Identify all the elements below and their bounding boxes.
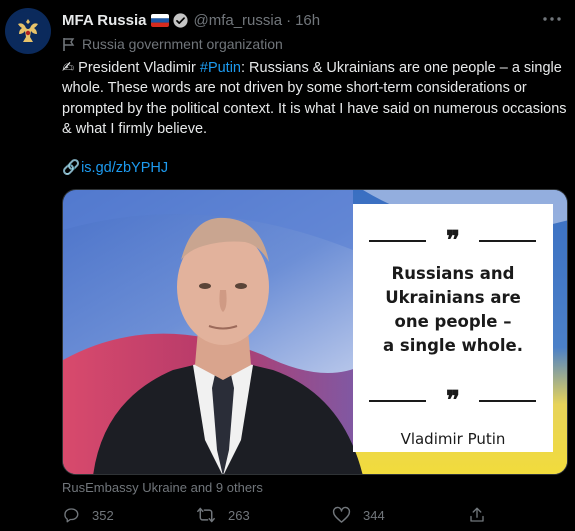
government-label[interactable]: Russia government organization bbox=[62, 35, 283, 53]
quote-divider bbox=[369, 240, 426, 242]
quote-card: ❞ Russians and Ukrainians are one people… bbox=[353, 204, 553, 452]
like-count: 344 bbox=[363, 507, 385, 523]
article-link[interactable]: 🔗 is.gd/zbYPHJ bbox=[62, 158, 168, 178]
quote-divider bbox=[479, 240, 536, 242]
heart-icon bbox=[332, 506, 351, 523]
quote-open-icon: ❞ bbox=[446, 226, 460, 256]
quote-divider bbox=[479, 400, 536, 402]
retweet-button[interactable]: 263 bbox=[196, 506, 250, 524]
quote-line: a single whole. bbox=[383, 336, 523, 355]
article-link-text[interactable]: is.gd/zbYPHJ bbox=[81, 158, 168, 178]
verified-badge-icon bbox=[172, 12, 189, 29]
tweet-header: MFA Russia @mfa_russia · 16h bbox=[62, 10, 320, 30]
hashtag-link[interactable]: #Putin bbox=[200, 60, 241, 76]
retweet-icon bbox=[197, 507, 215, 523]
tweet-action-bar: 352 263 344 bbox=[62, 506, 562, 528]
reply-button[interactable]: 352 bbox=[62, 506, 114, 524]
retweet-count: 263 bbox=[228, 507, 250, 523]
reply-count: 352 bbox=[92, 507, 114, 523]
quote-divider bbox=[369, 400, 426, 402]
author-handle[interactable]: @mfa_russia bbox=[193, 12, 282, 29]
tweet-text: ✍ President Vladimir #Putin: Russians & … bbox=[62, 58, 567, 139]
avatar[interactable] bbox=[5, 8, 51, 54]
link-emoji: 🔗 bbox=[62, 160, 81, 176]
quote-text: Russians and Ukrainians are one people –… bbox=[353, 262, 553, 358]
tweet-timestamp[interactable]: 16h bbox=[295, 12, 320, 29]
separator-dot: · bbox=[286, 11, 292, 29]
more-options-button[interactable] bbox=[541, 9, 563, 29]
double-headed-eagle-icon bbox=[8, 11, 48, 51]
tweet-media-image[interactable]: ❞ Russians and Ukrainians are one people… bbox=[62, 189, 568, 475]
quote-line: Ukrainians are bbox=[385, 288, 521, 307]
government-label-text: Russia government organization bbox=[82, 36, 283, 52]
quote-line: one people – bbox=[394, 312, 512, 331]
share-icon bbox=[470, 507, 484, 522]
share-button[interactable] bbox=[468, 506, 498, 524]
like-button[interactable]: 344 bbox=[332, 506, 385, 524]
flag-icon bbox=[63, 37, 75, 51]
quote-author: Vladimir Putin bbox=[400, 430, 506, 448]
reply-icon bbox=[64, 508, 79, 523]
tagged-users[interactable]: RusEmbassy Ukraine and 9 others bbox=[62, 480, 263, 495]
writing-hand-emoji: ✍ bbox=[62, 60, 75, 76]
more-dots-icon bbox=[543, 17, 561, 21]
author-name[interactable]: MFA Russia bbox=[62, 12, 146, 29]
quote-line: Russians and bbox=[391, 264, 515, 283]
russia-flag-icon bbox=[151, 13, 170, 27]
tweet-text-part-1: President Vladimir bbox=[74, 60, 200, 76]
quote-close-icon: ❞ bbox=[446, 386, 460, 416]
